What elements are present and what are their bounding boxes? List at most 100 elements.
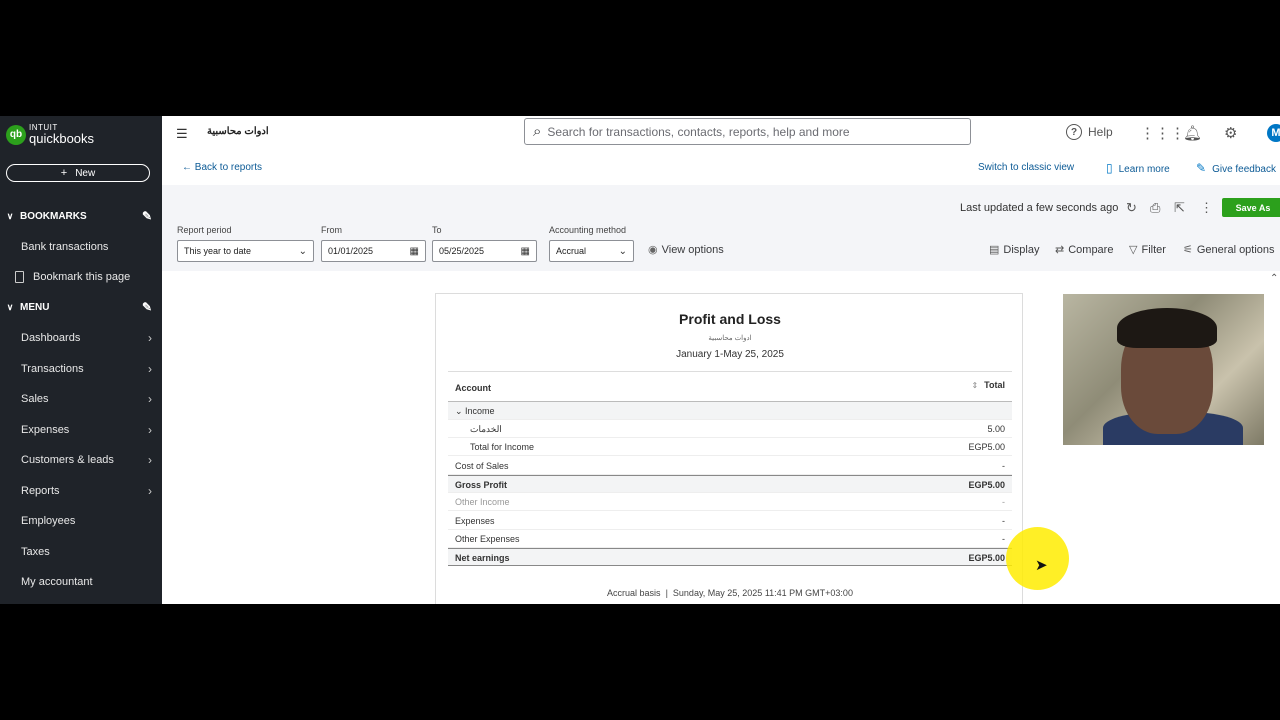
sidebar-item-dashboards[interactable]: Dashboards ›	[0, 327, 162, 349]
sidebar-item-bookmark-page[interactable]: Bookmark this page	[0, 266, 162, 288]
help-label: Help	[1088, 125, 1113, 139]
from-date-value: 01/01/2025	[328, 246, 374, 256]
help-button[interactable]: ? Help	[1066, 124, 1113, 140]
sidebar-item-label: Customers & leads	[21, 454, 114, 466]
sidebar-item-label: Bookmark this page	[33, 271, 131, 283]
report-row-income[interactable]: ⌄ Income	[448, 402, 1012, 420]
view-options-button[interactable]: ◉ View options	[648, 243, 724, 257]
report-footer: Accrual basis | Sunday, May 25, 2025 11:…	[436, 588, 1024, 598]
row-value[interactable]: 5.00	[987, 424, 1005, 434]
report-company-name: ادوات محاسبية	[708, 335, 752, 342]
bookmarks-section-header[interactable]: ∨ BOOKMARKS ✎	[0, 206, 162, 226]
gear-icon[interactable]: ⚙	[1224, 124, 1237, 142]
row-label: Other Income	[455, 497, 510, 507]
chevron-up-icon[interactable]: ⌃	[1270, 273, 1278, 284]
chevron-down-icon: ⌄	[298, 245, 307, 257]
display-button[interactable]: ▤ Display	[989, 243, 1039, 257]
menu-toggle-icon[interactable]: ☰	[176, 126, 188, 142]
quickbooks-window: qb INTUIT quickbooks + New ∨ BOOKMARKS ✎…	[0, 116, 1280, 604]
sidebar-item-employees[interactable]: Employees	[0, 510, 162, 532]
row-value[interactable]: EGP5.00	[968, 442, 1005, 452]
save-as-button[interactable]: Save As	[1222, 198, 1280, 217]
sidebar-item-bank-transactions[interactable]: Bank transactions	[0, 236, 162, 258]
chevron-down-icon: ∨	[6, 210, 14, 221]
edit-menu-icon[interactable]: ✎	[142, 300, 152, 314]
report-toolbar: Last updated a few seconds ago ↻ ⎙ ⇱ ⋮ S…	[162, 185, 1280, 271]
from-date-input[interactable]: 01/01/2025 ▦	[321, 240, 426, 262]
book-icon: ▯	[1106, 161, 1113, 175]
sidebar-item-expenses[interactable]: Expenses ›	[0, 419, 162, 441]
sort-icon: ⇕	[971, 381, 979, 390]
general-options-button[interactable]: ⚟ General options	[1183, 243, 1275, 257]
calendar-icon[interactable]: ▦	[410, 246, 419, 257]
sidebar-item-sales[interactable]: Sales ›	[0, 388, 162, 410]
sidebar-item-my-accountant[interactable]: My accountant	[0, 571, 162, 593]
accounting-method-select[interactable]: Accrual ⌄	[549, 240, 634, 262]
report-timestamp: Sunday, May 25, 2025 11:41 PM GMT+03:00	[672, 588, 853, 598]
plus-icon: +	[60, 167, 68, 179]
total-column-header[interactable]: ⇕ Total	[971, 380, 1005, 390]
row-label: Other Expenses	[455, 534, 520, 544]
sidebar-item-label: Expenses	[21, 424, 70, 436]
report-period-select[interactable]: This year to date ⌄	[177, 240, 314, 262]
logo-product-text: quickbooks	[29, 131, 95, 146]
chevron-right-icon: ›	[148, 392, 152, 406]
avatar[interactable]: M	[1267, 124, 1280, 142]
report-row-total-income: Total for Income EGP5.00	[448, 438, 1012, 456]
to-date-input[interactable]: 05/25/2025 ▦	[432, 240, 537, 262]
sidebar-item-reports[interactable]: Reports ›	[0, 480, 162, 502]
feedback-icon: ✎	[1196, 161, 1207, 175]
help-icon: ?	[1066, 124, 1082, 140]
row-label: ⌄ Income	[455, 406, 495, 417]
row-value: -	[1002, 497, 1005, 507]
sidebar-item-label: Dashboards	[21, 332, 81, 344]
search-placeholder: Search for transactions, contacts, repor…	[547, 124, 850, 139]
calendar-icon[interactable]: ▦	[521, 246, 530, 257]
refresh-icon[interactable]: ↻	[1126, 200, 1137, 216]
report-period-label: Report period	[177, 225, 232, 235]
compare-button[interactable]: ⇄ Compare	[1055, 243, 1114, 257]
sidebar-item-taxes[interactable]: Taxes	[0, 541, 162, 563]
quickbooks-logo[interactable]: qb INTUIT quickbooks	[6, 124, 94, 145]
new-button[interactable]: + New	[6, 164, 150, 182]
row-label-text: Income	[465, 406, 495, 416]
mouse-cursor-icon: ➤	[1035, 557, 1048, 574]
row-value[interactable]: EGP5.00	[968, 553, 1005, 563]
row-label: Total for Income	[470, 442, 535, 452]
bell-icon[interactable]: 🔔︎	[1183, 124, 1202, 142]
search-input[interactable]: ⌕ Search for transactions, contacts, rep…	[524, 118, 971, 145]
chevron-down-icon[interactable]: ⌄	[455, 406, 465, 416]
to-label: To	[432, 225, 442, 235]
learn-more-label: Learn more	[1118, 164, 1170, 175]
back-to-reports-label: Back to reports	[194, 162, 263, 173]
report-date-range: January 1-May 25, 2025	[676, 349, 784, 360]
sidebar-item-transactions[interactable]: Transactions ›	[0, 358, 162, 380]
display-icon: ▤	[989, 244, 1000, 256]
filter-button[interactable]: ▽ Filter	[1129, 243, 1166, 257]
footer-separator: |	[663, 588, 673, 598]
account-column-header[interactable]: Account	[455, 383, 491, 393]
switch-classic-view-link[interactable]: Switch to classic view	[978, 162, 1074, 173]
apps-grid-icon[interactable]: ⋮⋮⋮	[1140, 124, 1185, 142]
qb-logo-icon: qb	[6, 124, 26, 145]
row-value[interactable]: EGP5.00	[968, 480, 1005, 490]
export-icon[interactable]: ⇱	[1174, 200, 1185, 216]
print-icon[interactable]: ⎙	[1150, 200, 1160, 216]
compare-label: Compare	[1068, 243, 1114, 256]
back-to-reports-link[interactable]: ← Back to reports	[182, 162, 262, 173]
row-label: Cost of Sales	[455, 461, 509, 471]
report-row-services[interactable]: الخدمات 5.00	[448, 420, 1012, 438]
row-value: -	[1002, 516, 1005, 526]
chevron-down-icon: ∨	[6, 301, 14, 312]
menu-header-label: MENU	[20, 301, 50, 313]
more-options-icon[interactable]: ⋮	[1200, 200, 1213, 216]
edit-bookmarks-icon[interactable]: ✎	[142, 209, 152, 223]
arrow-left-icon: ←	[182, 162, 195, 173]
sidebar-item-customers-leads[interactable]: Customers & leads ›	[0, 449, 162, 471]
top-bar: ☰ ادوات محاسبية ⌕ Search for transaction…	[162, 116, 1280, 150]
learn-more-link[interactable]: ▯ Learn more	[1106, 161, 1170, 175]
menu-section-header[interactable]: ∨ MENU ✎	[0, 297, 162, 317]
report-row-cost-of-sales: Cost of Sales -	[448, 457, 1012, 475]
report-title: Profit and Loss	[679, 311, 781, 327]
give-feedback-link[interactable]: ✎ Give feedback	[1196, 161, 1276, 175]
